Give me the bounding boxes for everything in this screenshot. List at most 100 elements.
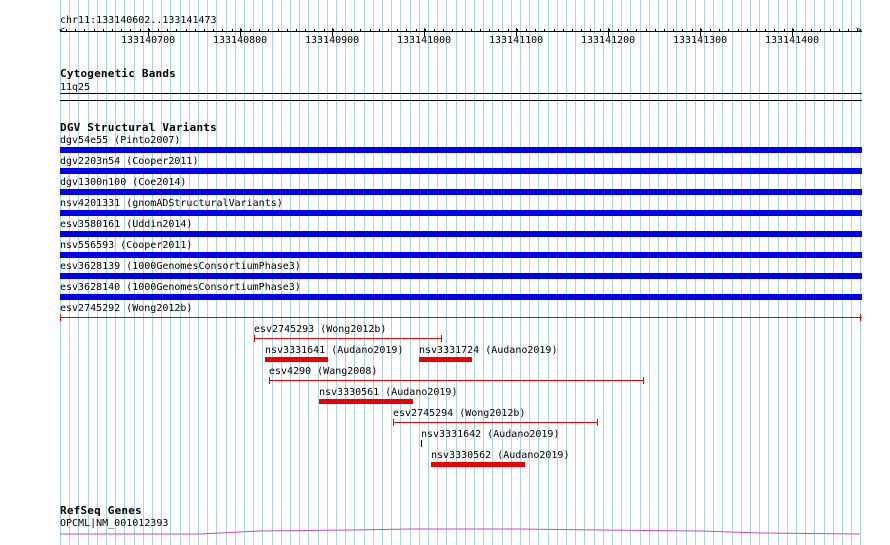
dgv-feature-bar[interactable] (419, 357, 472, 362)
ruler-tick-label: 133141000 (397, 35, 452, 46)
ruler-minor-tick (388, 29, 389, 32)
dgv-feature-label: dgv2203n54 (Cooper2011) (60, 156, 199, 167)
dgv-feature-label: esv2745294 (Wong2012b) (393, 408, 526, 419)
ruler-minor-tick (802, 29, 803, 32)
ruler-minor-tick (176, 29, 177, 32)
ruler-minor-tick (738, 29, 739, 32)
ruler-minor-tick (590, 29, 591, 32)
ruler-minor-tick (167, 29, 168, 32)
ruler-minor-tick (489, 29, 490, 32)
ruler-minor-tick (765, 29, 766, 32)
dgv-feature-line[interactable] (60, 317, 862, 318)
dgv-feature-line[interactable] (254, 338, 442, 339)
ruler-minor-tick (784, 29, 785, 32)
dgv-feature-label: esv3628139 (1000GenomesConsortiumPhase3) (60, 261, 301, 272)
refseq-track-title: RefSeq Genes (60, 504, 142, 517)
ruler-minor-tick (443, 29, 444, 32)
dgv-feature-cap-left (60, 314, 61, 321)
ruler-minor-tick (747, 29, 748, 32)
dgv-feature-bar[interactable] (319, 399, 413, 404)
ruler-minor-tick (535, 29, 536, 32)
ruler-minor-tick (241, 29, 242, 32)
dgv-feature-cap-left (269, 377, 270, 384)
ruler-minor-tick (774, 29, 775, 32)
dgv-feature-label: nsv3331642 (Audano2019) (421, 429, 560, 440)
ruler-minor-tick (314, 29, 315, 32)
ruler-minor-tick (857, 29, 858, 32)
dgv-feature-cap-right (860, 314, 861, 321)
ruler-minor-tick (636, 29, 637, 32)
cytoband-bar-top (60, 93, 862, 94)
ruler-minor-tick (75, 29, 76, 32)
ruler-minor-tick (655, 29, 656, 32)
dgv-feature-point[interactable] (421, 440, 422, 447)
dgv-feature-bar[interactable] (431, 462, 525, 467)
ruler-tick-label: 133140700 (121, 35, 176, 46)
cytoband-label: 11q25 (60, 82, 91, 93)
ruler-minor-tick (793, 29, 794, 32)
dgv-feature-label: nsv3330561 (Audano2019) (319, 387, 458, 398)
ruler-minor-tick (839, 29, 840, 32)
dgv-feature-bar[interactable] (60, 273, 862, 279)
dgv-feature-bar[interactable] (60, 147, 862, 153)
dgv-feature-cap-right (597, 419, 598, 426)
ruler-minor-tick (112, 29, 113, 32)
ruler-minor-tick (600, 29, 601, 32)
ruler-minor-tick (471, 29, 472, 32)
ruler-minor-tick (268, 29, 269, 32)
ruler-minor-tick (480, 29, 481, 32)
ruler-minor-tick (66, 29, 67, 32)
ruler-minor-tick (397, 29, 398, 32)
dgv-feature-label: nsv556593 (Cooper2011) (60, 240, 193, 251)
dgv-feature-bar[interactable] (60, 231, 862, 237)
ruler-minor-tick (664, 29, 665, 32)
ruler-minor-tick (278, 29, 279, 32)
dgv-feature-cap-left (393, 419, 394, 426)
ruler-minor-tick (324, 29, 325, 32)
ruler-minor-tick (517, 29, 518, 32)
ruler-minor-tick (710, 29, 711, 32)
dgv-feature-line[interactable] (269, 380, 644, 381)
ruler-minor-tick (213, 29, 214, 32)
dgv-feature-bar[interactable] (60, 210, 862, 216)
ruler-minor-tick (222, 29, 223, 32)
dgv-feature-label: esv3628140 (1000GenomesConsortiumPhase3) (60, 282, 301, 293)
ruler-minor-tick (646, 29, 647, 32)
dgv-feature-label: nsv3330562 (Audano2019) (431, 450, 570, 461)
dgv-feature-bar[interactable] (60, 189, 862, 195)
dgv-feature-bar[interactable] (60, 252, 862, 258)
dgv-feature-bar[interactable] (265, 357, 328, 362)
dgv-feature-line[interactable] (393, 422, 598, 423)
ruler-minor-tick (756, 29, 757, 32)
ruler-minor-tick (452, 29, 453, 32)
dgv-feature-label: nsv4201331 (gnomADStructuralVariants) (60, 198, 283, 209)
dgv-feature-bar[interactable] (60, 168, 862, 174)
ruler-minor-tick (370, 29, 371, 32)
ruler-minor-tick (811, 29, 812, 32)
ruler-minor-tick (360, 29, 361, 32)
ruler-minor-tick (526, 29, 527, 32)
ruler-tick-label: 133141200 (581, 35, 636, 46)
ruler-minor-tick (351, 29, 352, 32)
ruler-minor-tick (287, 29, 288, 32)
dgv-feature-bar[interactable] (60, 294, 862, 300)
dgv-feature-label: dgv54e55 (Pinto2007) (60, 135, 181, 146)
dgv-feature-label: nsv3331641 (Audano2019) (265, 345, 404, 356)
ruler-minor-tick (728, 29, 729, 32)
refseq-gene-model[interactable] (0, 520, 890, 545)
ruler-minor-tick (342, 29, 343, 32)
ruler-minor-tick (434, 29, 435, 32)
ruler-minor-tick (296, 29, 297, 32)
dgv-feature-label: esv2745293 (Wong2012b) (254, 324, 387, 335)
ruler-minor-tick (508, 29, 509, 32)
ruler-minor-tick (572, 29, 573, 32)
ruler-minor-tick (333, 29, 334, 32)
ruler-minor-tick (250, 29, 251, 32)
ruler-minor-tick (149, 29, 150, 32)
ruler-tick-label: 133140800 (213, 35, 268, 46)
ruler-minor-tick (204, 29, 205, 32)
ruler-minor-tick (406, 29, 407, 32)
dgv-feature-label: esv3580161 (Uddin2014) (60, 219, 193, 230)
ruler-minor-tick (121, 29, 122, 32)
ruler-minor-tick (186, 29, 187, 32)
